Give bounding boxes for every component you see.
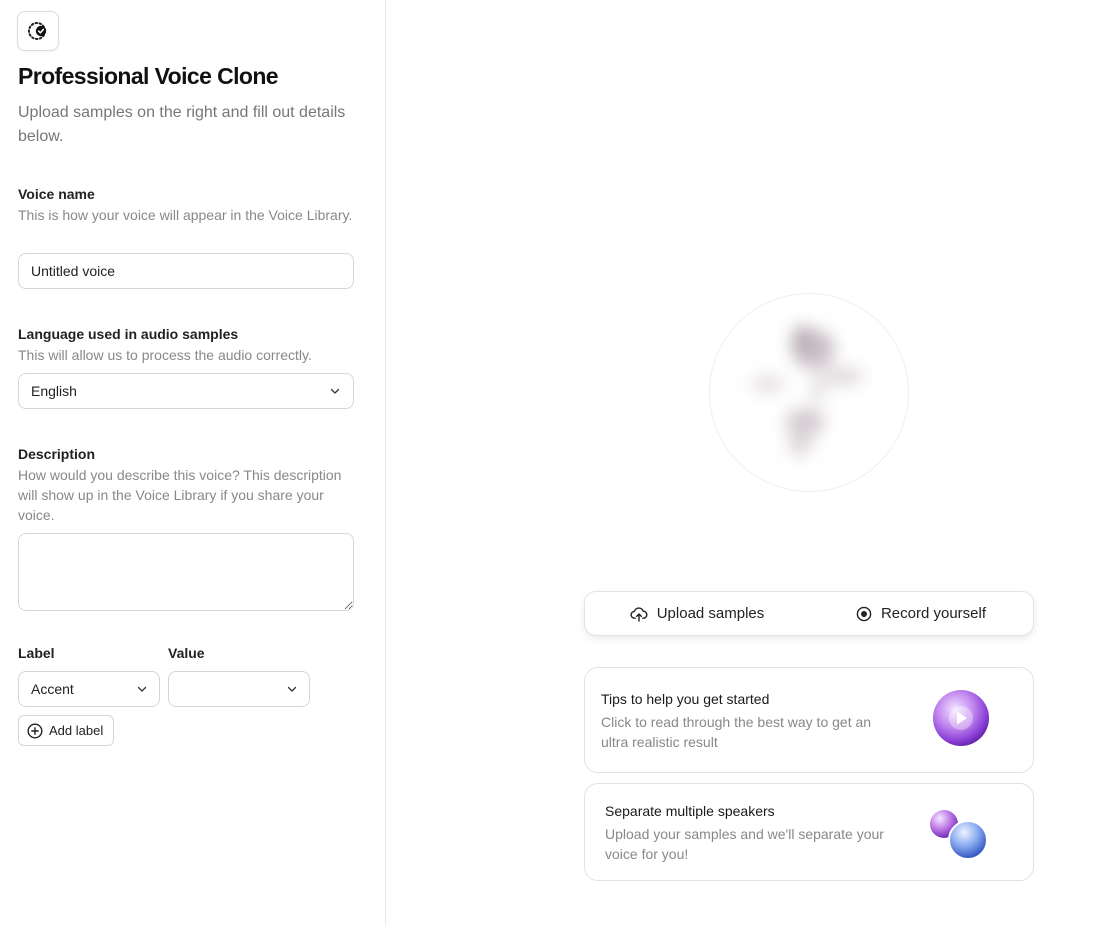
plus-circle-icon [27,722,43,739]
separate-speakers-description: Upload your samples and we'll separate y… [605,826,884,862]
record-icon [856,606,872,621]
voice-orb [709,293,909,492]
description-label: Description [18,446,96,462]
chevron-down-icon [330,388,340,394]
add-label-button[interactable]: Add label [18,715,115,746]
separate-speakers-card[interactable]: Separate multiple speakers Upload your s… [584,783,1034,881]
value-select[interactable] [168,671,310,707]
voice-name-help: This is how your voice will appear in th… [18,207,353,223]
upload-samples-button[interactable]: Upload samples [585,592,809,635]
chevron-down-icon [137,686,147,692]
description-textarea[interactable] [18,533,354,611]
cloud-upload-icon [630,606,648,622]
page-title: Professional Voice Clone [18,63,279,89]
record-yourself-button[interactable]: Record yourself [809,592,1033,635]
tips-card-title: Tips to help you get started [601,691,770,707]
add-label-text: Add label [49,723,104,738]
tips-card[interactable]: Tips to help you get started Click to re… [584,667,1034,773]
language-label: Language used in audio samples [18,326,239,342]
page-subtitle: Upload samples on the right and fill out… [18,104,346,145]
voice-name-label: Voice name [18,186,95,202]
play-orb-icon [933,690,989,746]
voice-orb-visual [750,325,864,456]
description-help: How would you describe this voice? This … [18,467,342,523]
language-help: This will allow us to process the audio … [18,347,312,363]
language-select[interactable]: English [18,373,354,409]
label-select[interactable]: Accent [18,671,160,707]
speakers-orb-icon [930,810,988,860]
upload-samples-label: Upload samples [656,605,765,622]
voice-clone-logo [17,11,59,51]
voice-name-input[interactable] [18,253,354,289]
tips-card-description: Click to read through the best way to ge… [601,714,872,750]
voice-clone-icon [28,22,47,40]
record-yourself-label: Record yourself [880,605,987,622]
form-panel: Professional Voice Clone Upload samples … [0,0,386,925]
label-header: Label [18,645,55,661]
chevron-down-icon [287,686,297,692]
value-header: Value [168,645,205,661]
language-select-value: English [31,383,77,399]
label-select-value: Accent [31,681,74,697]
separate-speakers-title: Separate multiple speakers [605,803,775,819]
sample-actions-bar: Upload samples Record yourself [584,591,1034,636]
